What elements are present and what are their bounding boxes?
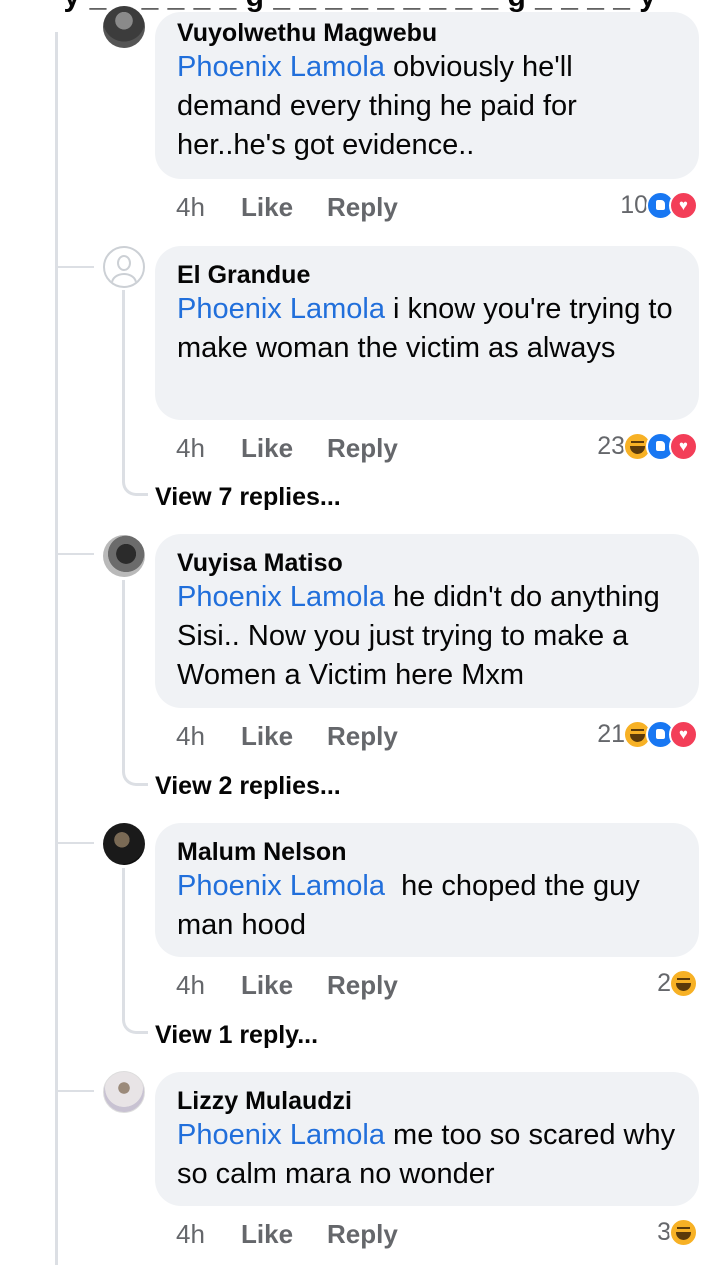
comment-bubble: Lizzy Mulaudzi Phoenix Lamola me too so … <box>155 1072 699 1206</box>
comment-text: Phoenix Lamola obviously he'll demand ev… <box>177 48 679 165</box>
reply-button[interactable]: Reply <box>327 970 398 1000</box>
thread-connector <box>58 842 94 844</box>
comment-bubble: El Grandue Phoenix Lamola i know you're … <box>155 246 699 420</box>
mention-link[interactable]: Phoenix Lamola <box>177 51 385 83</box>
comment-text: Phoenix Lamola me too so scared why so c… <box>177 1116 679 1194</box>
reaction-summary[interactable]: 10 <box>620 190 698 220</box>
reply-thread-line <box>122 290 125 480</box>
comment-time[interactable]: 4h <box>176 721 205 751</box>
like-button[interactable]: Like <box>241 721 293 751</box>
comment-bubble: Malum Nelson Phoenix Lamola he choped th… <box>155 823 699 957</box>
comment-text: Phoenix Lamola he didn't do anything Sis… <box>177 578 679 695</box>
haha-reaction-icon <box>669 968 698 998</box>
default-avatar-icon[interactable] <box>103 246 145 288</box>
reaction-summary[interactable]: 3 <box>657 1217 698 1247</box>
reply-thread-elbow <box>122 770 148 786</box>
avatar[interactable] <box>103 1071 145 1113</box>
love-reaction-icon <box>669 431 698 461</box>
avatar[interactable] <box>103 823 145 865</box>
reaction-summary[interactable]: 21 <box>597 719 698 749</box>
comment-author[interactable]: Lizzy Mulaudzi <box>177 1086 679 1116</box>
comment-time[interactable]: 4h <box>176 433 205 463</box>
comment-time[interactable]: 4h <box>176 970 205 1000</box>
reaction-count: 23 <box>597 431 625 460</box>
main-thread-line <box>55 32 58 1265</box>
view-replies-link[interactable]: View 1 reply... <box>155 1020 318 1050</box>
mention-link[interactable]: Phoenix Lamola <box>177 1119 385 1151</box>
reply-thread-elbow <box>122 480 148 496</box>
reply-button[interactable]: Reply <box>327 192 398 222</box>
reaction-count: 10 <box>620 190 648 219</box>
avatar[interactable] <box>103 6 145 48</box>
thread-connector <box>58 553 94 555</box>
avatar[interactable] <box>103 535 145 577</box>
comment-bubble: Vuyisa Matiso Phoenix Lamola he didn't d… <box>155 534 699 708</box>
reply-button[interactable]: Reply <box>327 433 398 463</box>
reply-button[interactable]: Reply <box>327 721 398 751</box>
comment-time[interactable]: 4h <box>176 192 205 222</box>
love-reaction-icon <box>669 719 698 749</box>
reply-thread-line <box>122 868 125 1018</box>
comment-author[interactable]: El Grandue <box>177 260 679 290</box>
mention-link[interactable]: Phoenix Lamola <box>177 870 385 902</box>
like-button[interactable]: Like <box>241 1219 293 1249</box>
like-button[interactable]: Like <box>241 433 293 463</box>
thread-connector <box>58 1090 94 1092</box>
comment-author[interactable]: Vuyisa Matiso <box>177 548 679 578</box>
reply-button[interactable]: Reply <box>327 1219 398 1249</box>
reply-thread-elbow <box>122 1018 148 1034</box>
comment-author[interactable]: Malum Nelson <box>177 837 679 867</box>
comment-time[interactable]: 4h <box>176 1219 205 1249</box>
comment-bubble: Vuyolwethu Magwebu Phoenix Lamola obviou… <box>155 12 699 179</box>
like-button[interactable]: Like <box>241 970 293 1000</box>
comment-text: Phoenix Lamola he choped the guy man hoo… <box>177 867 679 945</box>
mention-link[interactable]: Phoenix Lamola <box>177 581 385 613</box>
love-reaction-icon <box>669 190 698 220</box>
like-button[interactable]: Like <box>241 192 293 222</box>
reaction-summary[interactable]: 2 <box>657 968 698 998</box>
thread-connector <box>58 266 94 268</box>
mention-link[interactable]: Phoenix Lamola <box>177 293 385 325</box>
haha-reaction-icon <box>669 1217 698 1247</box>
view-replies-link[interactable]: View 7 replies... <box>155 482 341 512</box>
reaction-count: 21 <box>597 719 625 748</box>
view-replies-link[interactable]: View 2 replies... <box>155 771 341 801</box>
reply-thread-line <box>122 580 125 770</box>
reaction-summary[interactable]: 23 <box>597 431 698 461</box>
comment-text: Phoenix Lamola i know you're trying to m… <box>177 290 679 368</box>
comment-author[interactable]: Vuyolwethu Magwebu <box>177 18 679 48</box>
